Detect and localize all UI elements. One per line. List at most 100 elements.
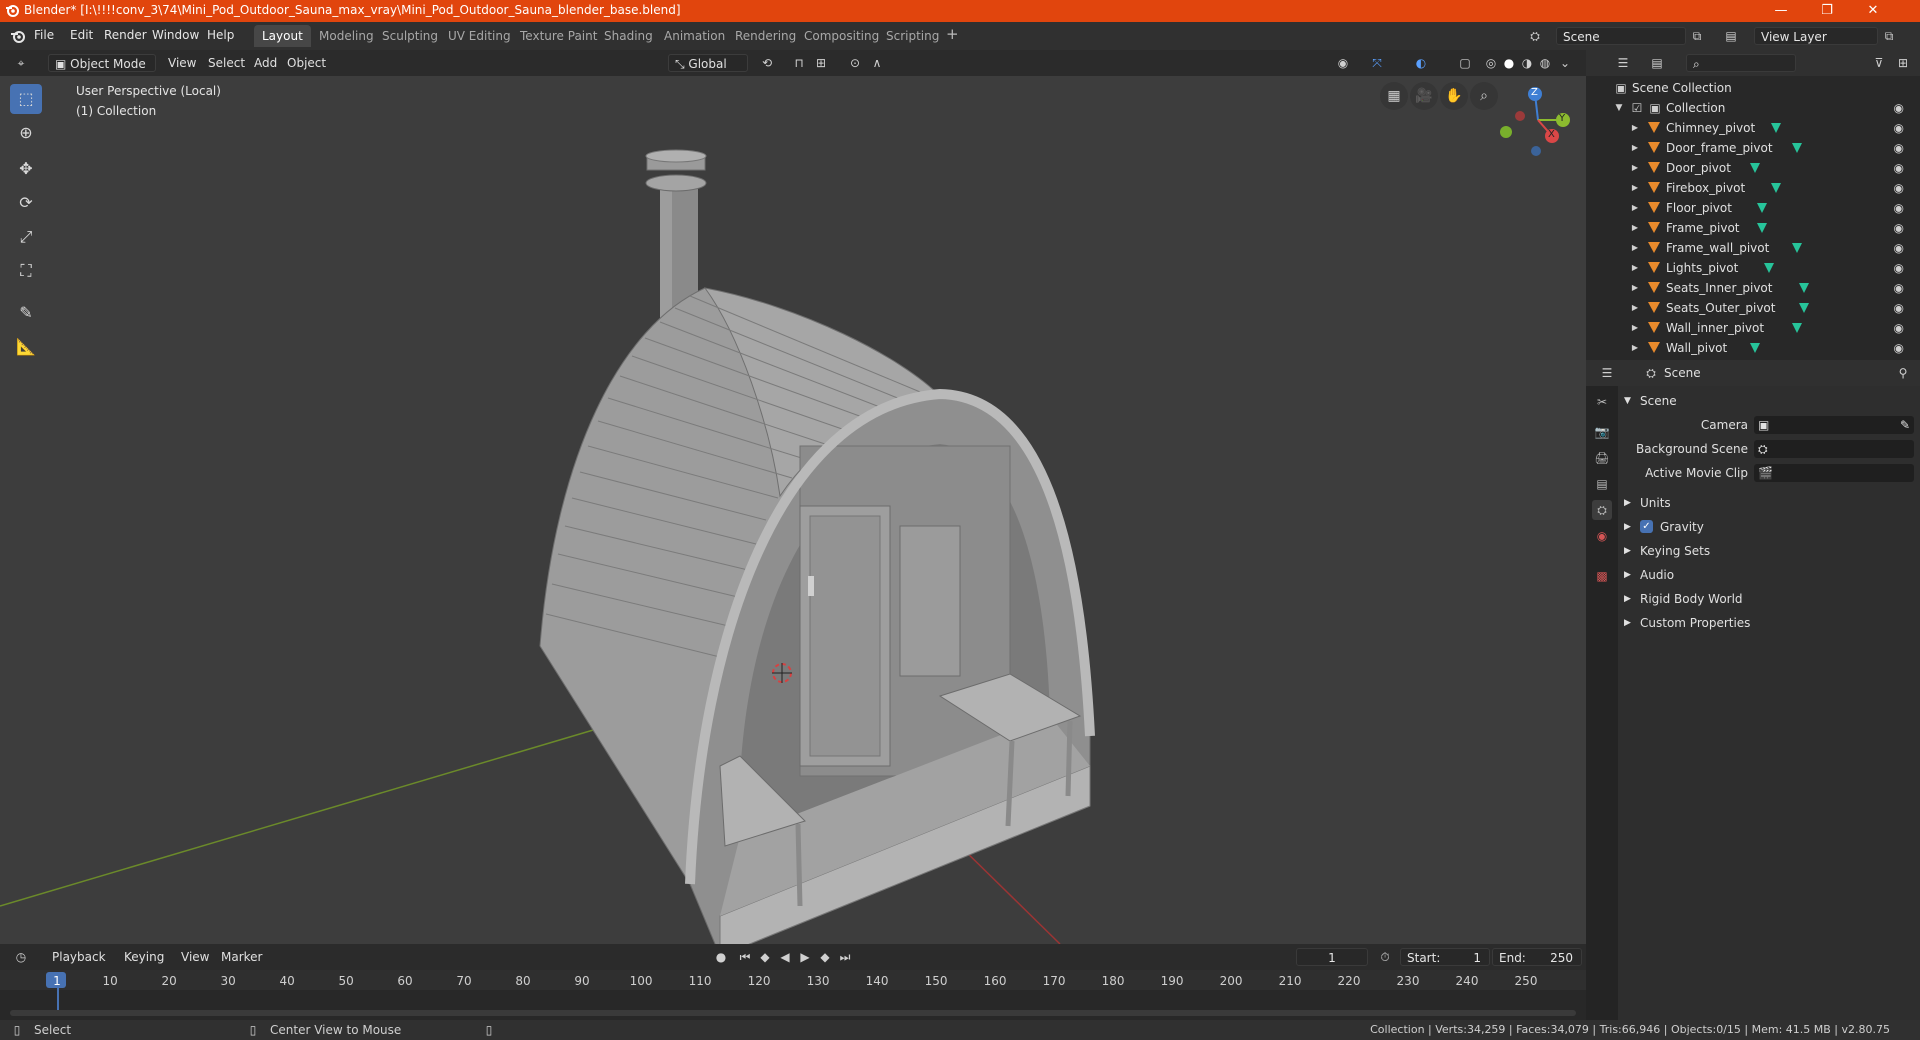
outliner-row-scene-collection[interactable]: ▣ Scene Collection	[1586, 78, 1920, 98]
custom-properties-panel[interactable]: ▶ Custom Properties	[1618, 612, 1920, 634]
menu-render[interactable]: Render	[104, 28, 147, 42]
world-tab[interactable]: ◉	[1592, 526, 1612, 546]
rigid-body-world-panel[interactable]: ▶ Rigid Body World	[1618, 588, 1920, 610]
record-icon[interactable]: ●	[712, 948, 730, 966]
new-view-layer-icon[interactable]: ⧉	[1880, 27, 1898, 45]
overlays-icon[interactable]: ◐	[1412, 54, 1430, 72]
eye-icon[interactable]: ◉	[1894, 118, 1904, 138]
expand-arrow-icon[interactable]: ▶	[1626, 319, 1644, 337]
expand-arrow-icon[interactable]: ▼	[1610, 99, 1628, 117]
editor-type-icon[interactable]: ⌖	[12, 54, 30, 72]
start-frame-field[interactable]: Start: 1	[1400, 948, 1490, 966]
expand-arrow-icon[interactable]: ▶	[1626, 139, 1644, 157]
timeline-scrollbar[interactable]	[10, 1010, 1576, 1016]
scale-tool[interactable]: ⤢	[10, 222, 42, 252]
select-box-tool[interactable]: ⬚	[10, 84, 42, 114]
tab-scripting[interactable]: Scripting	[878, 25, 947, 47]
add-workspace-button[interactable]: +	[946, 25, 959, 43]
jump-start-icon[interactable]: ⏮	[736, 948, 754, 966]
prev-keyframe-icon[interactable]: ◆	[756, 948, 774, 966]
keying-sets-panel[interactable]: ▶ Keying Sets	[1618, 540, 1920, 562]
tab-layout[interactable]: Layout	[254, 25, 311, 47]
tab-sculpting[interactable]: Sculpting	[374, 25, 446, 47]
eye-icon[interactable]: ◉	[1894, 158, 1904, 178]
falloff-icon[interactable]: ∧	[868, 54, 886, 72]
next-keyframe-icon[interactable]: ◆	[816, 948, 834, 966]
expand-arrow-icon[interactable]: ▶	[1626, 119, 1644, 137]
timeline-ruler[interactable]: 1 10 20 30 40 50 60 70 80 90 100 110 120 130 140 150 160…	[0, 970, 1586, 1020]
outliner-row-object[interactable]: ▶ Door_frame_pivot ◉	[1586, 138, 1920, 158]
expand-arrow-icon[interactable]: ▶	[1626, 239, 1644, 257]
menu-edit[interactable]: Edit	[70, 28, 93, 42]
outliner-row-object[interactable]: ▶ Frame_wall_pivot ◉	[1586, 238, 1920, 258]
minimize-button[interactable]: —	[1758, 0, 1804, 22]
cursor-tool[interactable]: ⊕	[10, 118, 42, 148]
tab-texture-paint[interactable]: Texture Paint	[512, 25, 605, 47]
menu-select[interactable]: Select	[208, 54, 245, 72]
scene-selector[interactable]: Scene	[1556, 27, 1686, 45]
view-layer-tab[interactable]: ▤	[1592, 474, 1612, 494]
units-panel[interactable]: ▶ Units	[1618, 492, 1920, 514]
measure-tool[interactable]: 📐	[10, 332, 42, 362]
expand-arrow-icon[interactable]: ▶	[1626, 199, 1644, 217]
render-tab[interactable]: 📷	[1592, 422, 1612, 442]
gravity-checkbox[interactable]: ✓	[1640, 520, 1653, 533]
tool-tab[interactable]: ✂	[1592, 392, 1612, 412]
play-icon[interactable]: ▶	[796, 948, 814, 966]
expand-arrow-icon[interactable]: ▶	[1626, 339, 1644, 357]
jump-end-icon[interactable]: ⏭	[836, 948, 854, 966]
properties-editor-icon[interactable]: ☰	[1598, 364, 1616, 382]
expand-arrow-icon[interactable]: ▶	[1626, 159, 1644, 177]
play-reverse-icon[interactable]: ◀	[776, 948, 794, 966]
menu-help[interactable]: Help	[207, 28, 234, 42]
camera-field[interactable]: ▣ ✎	[1754, 416, 1914, 434]
outliner-row-object[interactable]: ▶ Firebox_pivot ◉	[1586, 178, 1920, 198]
snap-target-icon[interactable]: ⊞	[812, 54, 830, 72]
outliner-editor-icon[interactable]: ☰	[1614, 54, 1632, 72]
mesh-data-icon[interactable]	[1792, 323, 1802, 333]
gizmo-icon[interactable]: ⤧	[1368, 54, 1386, 72]
menu-marker[interactable]: Marker	[221, 948, 262, 966]
expand-arrow-icon[interactable]: ▶	[1626, 299, 1644, 317]
eye-icon[interactable]: ◉	[1894, 198, 1904, 218]
menu-object[interactable]: Object	[287, 54, 326, 72]
tab-modeling[interactable]: Modeling	[311, 25, 382, 47]
outliner-row-object[interactable]: ▶ Wall_pivot ◉	[1586, 338, 1920, 358]
mesh-data-icon[interactable]	[1792, 243, 1802, 253]
use-preview-range-icon[interactable]: ⏱	[1376, 948, 1394, 966]
outliner-row-object[interactable]: ▶ Floor_pivot ◉	[1586, 198, 1920, 218]
timeline-editor-icon[interactable]: ◷	[12, 948, 30, 966]
texture-tab[interactable]: ▩	[1592, 566, 1612, 586]
menu-file[interactable]: File	[34, 28, 54, 42]
transform-tool[interactable]: ⛶	[10, 256, 42, 286]
eye-icon[interactable]: ◉	[1894, 338, 1904, 358]
eyedropper-icon[interactable]: ✎	[1900, 414, 1910, 436]
transform-orientation-selector[interactable]: ⤡ Global	[668, 54, 748, 72]
current-frame-field[interactable]: 1	[1296, 948, 1368, 966]
tab-animation[interactable]: Animation	[656, 25, 733, 47]
menu-window[interactable]: Window	[152, 28, 199, 42]
move-tool[interactable]: ✥	[10, 154, 42, 184]
outliner-row-object[interactable]: ▶ Seats_Inner_pivot ◉	[1586, 278, 1920, 298]
view-layer-selector[interactable]: View Layer	[1754, 27, 1878, 45]
3d-viewport[interactable]: Z Y X User Perspective (Local) (1) Colle…	[0, 76, 1586, 944]
background-scene-field[interactable]: ⛭	[1754, 440, 1914, 458]
new-collection-icon[interactable]: ⊞	[1894, 54, 1912, 72]
mesh-data-icon[interactable]	[1771, 123, 1781, 133]
active-movie-clip-field[interactable]: 🎬	[1754, 464, 1914, 482]
annotate-tool[interactable]: ✎	[10, 298, 42, 328]
eye-icon[interactable]: ◉	[1894, 318, 1904, 338]
pivot-point-icon[interactable]: ⟲	[758, 54, 776, 72]
outliner-row-object[interactable]: ▶ Frame_pivot ◉	[1586, 218, 1920, 238]
outliner-row-object[interactable]: ▶ Wall_inner_pivot ◉	[1586, 318, 1920, 338]
eye-icon[interactable]: ◉	[1894, 98, 1904, 118]
eye-icon[interactable]: ◉	[1894, 298, 1904, 318]
filter-icon[interactable]: ⊽	[1870, 54, 1888, 72]
xray-icon[interactable]: ▢	[1456, 54, 1474, 72]
outliner-row-object[interactable]: ▶ Lights_pivot ◉	[1586, 258, 1920, 278]
rotate-tool[interactable]: ⟳	[10, 188, 42, 218]
eye-icon[interactable]: ◉	[1894, 238, 1904, 258]
solid-shading-icon[interactable]: ●	[1500, 54, 1518, 72]
tab-compositing[interactable]: Compositing	[796, 25, 887, 47]
menu-add[interactable]: Add	[254, 54, 277, 72]
